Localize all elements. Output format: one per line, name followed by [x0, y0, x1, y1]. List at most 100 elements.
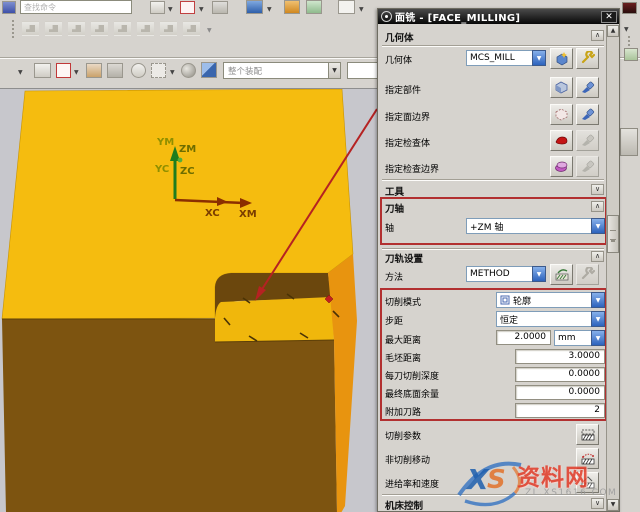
- model-notch-floor[interactable]: [215, 297, 334, 342]
- collapse-path-settings-button[interactable]: ∧: [591, 251, 604, 262]
- toolbar-grip[interactable]: [12, 20, 15, 38]
- separator: [382, 248, 604, 250]
- window-icon[interactable]: [622, 2, 637, 14]
- pan-icon[interactable]: [107, 63, 123, 78]
- expand-machine-control-button[interactable]: ∨: [591, 498, 604, 509]
- edit-method-button[interactable]: [550, 264, 573, 285]
- chevron-down-icon[interactable]: ▼: [74, 69, 79, 76]
- select-face-boundary-label: 指定面边界: [385, 110, 430, 123]
- geometry-dropdown[interactable]: MCS_MILL ▼: [466, 50, 546, 66]
- snap-point-icon[interactable]: [56, 63, 71, 78]
- scrollbar-thumb[interactable]: [607, 215, 619, 253]
- geometry-dropdown-value: MCS_MILL: [466, 50, 532, 66]
- graphics-viewport[interactable]: YM ZM YC ZC XC XM: [0, 88, 377, 512]
- non-cutting-moves-button[interactable]: [576, 448, 599, 469]
- chevron-down-icon[interactable]: ▼: [267, 6, 272, 13]
- blank-view-icon[interactable]: [338, 0, 355, 14]
- edit-geometry-button[interactable]: [576, 48, 599, 69]
- chevron-down-icon[interactable]: ▼: [170, 69, 175, 76]
- separator: [382, 45, 604, 47]
- expand-tool-button[interactable]: ∨: [591, 184, 604, 195]
- feature-icon-disabled: [183, 21, 200, 36]
- cutting-params-label: 切削参数: [385, 429, 421, 442]
- section-tool-header: 工具: [385, 184, 404, 198]
- scroll-down-icon[interactable]: ▼: [607, 499, 619, 511]
- feature-icon-disabled: [91, 21, 108, 36]
- chevron-down-icon[interactable]: ▼: [18, 69, 23, 76]
- orient-icon[interactable]: [86, 63, 102, 78]
- chevron-down-icon[interactable]: ▼: [359, 6, 364, 13]
- selection-scope-combo[interactable]: 整个装配 ▼: [223, 62, 341, 79]
- section-machine-control-header: 机床控制: [385, 498, 423, 512]
- chevron-down-icon[interactable]: ▼: [168, 6, 173, 13]
- feature-icon-disabled: [137, 21, 154, 36]
- face-milling-dialog: 面铣 - [FACE_MILLING] ✕ 几何体 ∧ 几何体 MCS_MILL…: [377, 8, 620, 512]
- select-check-body-label: 指定检查体: [385, 136, 430, 149]
- chevron-down-icon[interactable]: ▼: [199, 6, 204, 13]
- section-path-settings-header: 刀轨设置: [385, 251, 423, 265]
- selection-filter-combo[interactable]: [347, 62, 377, 79]
- section-geometry-header: 几何体: [385, 30, 414, 44]
- close-icon[interactable]: ✕: [601, 11, 617, 23]
- select-part-label: 指定部件: [385, 83, 421, 96]
- circle-select-icon[interactable]: [131, 63, 146, 78]
- collapse-geometry-button[interactable]: ∧: [591, 30, 604, 41]
- cube-icon[interactable]: [246, 0, 263, 14]
- select-check-boundary-label: 指定检查边界: [385, 162, 439, 175]
- app-icon[interactable]: [2, 1, 16, 14]
- dialog-title-bar[interactable]: 面铣 - [FACE_MILLING] ✕: [378, 9, 619, 24]
- roles-icon[interactable]: [180, 1, 195, 14]
- sphere-icon[interactable]: [181, 63, 196, 78]
- method-wrench-button-disabled: [576, 264, 599, 285]
- triad-label-xc: XC: [205, 208, 220, 219]
- selection-filter-value: [347, 62, 377, 79]
- display-mode-icon[interactable]: [212, 1, 228, 14]
- command-finder-input[interactable]: [20, 0, 132, 14]
- application-window: ▼ ▼ ▼ ▼ ▼ ▼ ▼ ▼ 整个装配 ▼: [0, 0, 640, 512]
- geometry-label: 几何体: [385, 53, 412, 66]
- feature-icon-disabled: [22, 21, 39, 36]
- select-check-body-flashlight-button-disabled: [576, 130, 599, 151]
- shaded-view-icon[interactable]: [284, 0, 300, 14]
- highlight-rect-tool-axis: [380, 197, 607, 245]
- feature-icon-disabled: [114, 21, 131, 36]
- triad-label-yc: YC: [154, 164, 169, 175]
- chevron-down-icon[interactable]: ▼: [328, 62, 341, 79]
- search-icon[interactable]: [150, 1, 165, 14]
- dialog-icon: [381, 11, 392, 22]
- dialog-scrollbar[interactable]: ▲ ▼: [606, 25, 619, 511]
- rotate-view-icon[interactable]: [34, 63, 51, 78]
- feeds-speeds-label: 进给率和速度: [385, 477, 439, 490]
- toolbar-grip[interactable]: [628, 36, 631, 46]
- feeds-speeds-button[interactable]: [576, 472, 599, 493]
- model-front-face[interactable]: [2, 319, 337, 512]
- cutting-params-button[interactable]: [576, 424, 599, 445]
- wireframe-view-icon[interactable]: [306, 0, 322, 14]
- select-part-flashlight-button[interactable]: [576, 77, 599, 98]
- select-check-boundary-flashlight-button-disabled: [576, 156, 599, 177]
- solid-cube-icon[interactable]: [201, 62, 217, 78]
- rect-select-icon[interactable]: [151, 63, 166, 78]
- select-face-boundary-icon-button[interactable]: [550, 104, 573, 125]
- triad-label-xm: XM: [239, 209, 257, 220]
- method-label: 方法: [385, 270, 403, 283]
- select-part-icon-button[interactable]: [550, 77, 573, 98]
- sidebar-tab[interactable]: [620, 128, 638, 156]
- panel-icon[interactable]: [624, 48, 638, 61]
- method-dropdown[interactable]: METHOD ▼: [466, 266, 546, 282]
- separator: [382, 494, 604, 496]
- non-cutting-moves-label: 非切削移动: [385, 453, 430, 466]
- chevron-down-icon[interactable]: ▼: [207, 27, 212, 34]
- select-check-boundary-icon-button[interactable]: [550, 156, 573, 177]
- triad-label-ym: YM: [156, 137, 174, 148]
- chevron-down-icon: ▼: [532, 50, 546, 66]
- triad-label-zc: ZC: [180, 166, 195, 177]
- feature-icon-disabled: [160, 21, 177, 36]
- selection-scope-value: 整个装配: [223, 62, 328, 79]
- select-face-boundary-flashlight-button[interactable]: [576, 104, 599, 125]
- scroll-up-icon[interactable]: ▲: [607, 25, 619, 37]
- chevron-down-icon[interactable]: ▼: [624, 26, 629, 33]
- new-geometry-button[interactable]: [550, 48, 573, 69]
- feature-icon-disabled: [45, 21, 62, 36]
- select-check-body-icon-button[interactable]: [550, 130, 573, 151]
